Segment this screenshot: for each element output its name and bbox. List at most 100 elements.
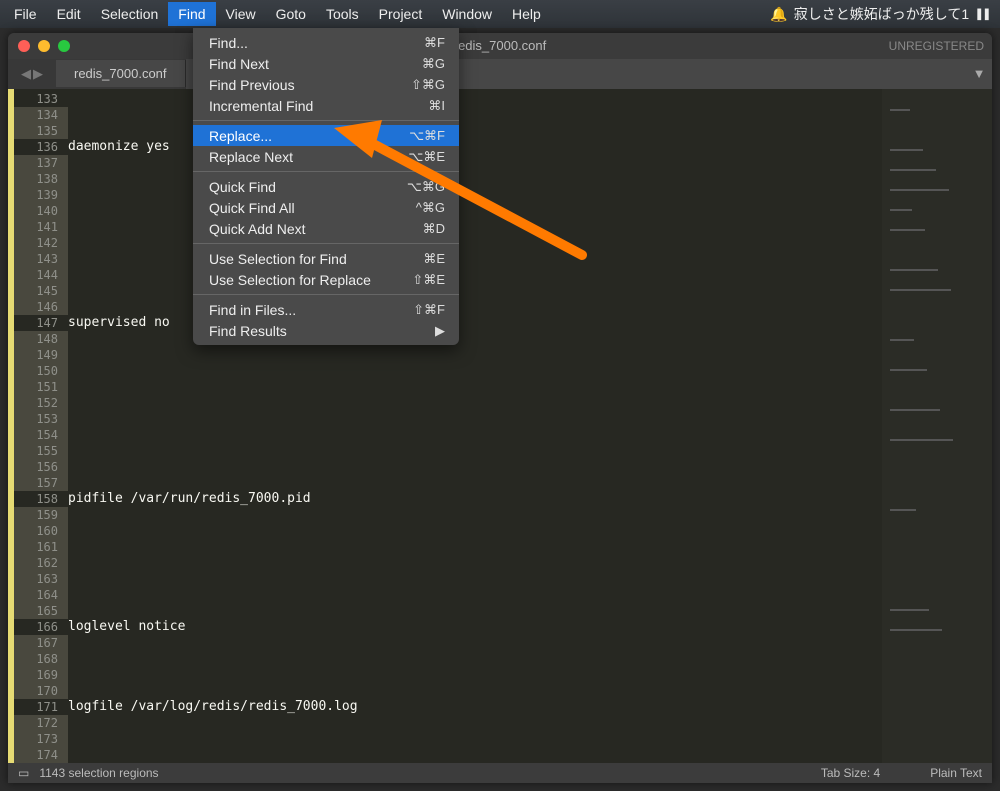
menu-find[interactable]: Find: [168, 2, 215, 26]
menu-tools[interactable]: Tools: [316, 2, 369, 26]
code-line[interactable]: [68, 251, 882, 267]
line-number: 165: [8, 603, 68, 619]
code-line[interactable]: [68, 267, 882, 283]
tab-size-status[interactable]: Tab Size: 4: [821, 766, 880, 780]
back-icon[interactable]: ◀: [21, 66, 31, 82]
menu-item-use-selection-for-find[interactable]: Use Selection for Find⌘E: [193, 248, 459, 269]
titlebar: redis_7000.conf UNREGISTERED: [8, 33, 992, 59]
code-line[interactable]: [68, 587, 882, 603]
menu-item-quick-find[interactable]: Quick Find⌥⌘G: [193, 176, 459, 197]
code-line[interactable]: [68, 635, 882, 651]
code-line[interactable]: supervised no: [68, 315, 882, 331]
menu-item-use-selection-for-replace[interactable]: Use Selection for Replace⇧⌘E: [193, 269, 459, 290]
line-number: 136: [8, 139, 68, 155]
line-number: 150: [8, 363, 68, 379]
code-line[interactable]: loglevel notice: [68, 619, 882, 635]
code-line[interactable]: [68, 171, 882, 187]
line-number: 137: [8, 155, 68, 171]
code-line[interactable]: [68, 747, 882, 763]
code-line[interactable]: [68, 299, 882, 315]
menu-item-quick-add-next[interactable]: Quick Add Next⌘D: [193, 218, 459, 239]
menu-view[interactable]: View: [216, 2, 266, 26]
system-tray: 🔔 寂しさと嫉妬ばっか残して1 ❚❚: [770, 4, 996, 24]
code-line[interactable]: [68, 731, 882, 747]
panel-icon[interactable]: ▭: [18, 766, 29, 780]
code-column[interactable]: daemonize yes supervised no pidfile /var/r…: [68, 89, 882, 763]
pause-icon[interactable]: ❚❚: [975, 6, 990, 22]
code-line[interactable]: [68, 411, 882, 427]
menu-item-find[interactable]: Find...⌘F: [193, 32, 459, 53]
line-number: 157: [8, 475, 68, 491]
code-line[interactable]: [68, 283, 882, 299]
tab-overflow-icon[interactable]: ▼: [966, 59, 992, 89]
menu-item-replace[interactable]: Replace...⌥⌘F: [193, 125, 459, 146]
minimap[interactable]: [882, 89, 992, 763]
minimize-icon[interactable]: [38, 40, 50, 52]
menu-item-incremental-find[interactable]: Incremental Find⌘I: [193, 95, 459, 116]
code-line[interactable]: [68, 539, 882, 555]
menu-file[interactable]: File: [4, 2, 47, 26]
code-line[interactable]: [68, 475, 882, 491]
code-line[interactable]: [68, 91, 882, 107]
code-line[interactable]: [68, 555, 882, 571]
code-line[interactable]: [68, 507, 882, 523]
menu-item-find-next[interactable]: Find Next⌘G: [193, 53, 459, 74]
code-line[interactable]: pidfile /var/run/redis_7000.pid: [68, 491, 882, 507]
nav-arrows[interactable]: ◀ ▶: [8, 66, 56, 82]
menu-item-replace-next[interactable]: Replace Next⌥⌘E: [193, 146, 459, 167]
code-line[interactable]: [68, 219, 882, 235]
code-line[interactable]: [68, 571, 882, 587]
code-line[interactable]: [68, 459, 882, 475]
menu-selection[interactable]: Selection: [91, 2, 169, 26]
line-number: 169: [8, 667, 68, 683]
code-line[interactable]: [68, 187, 882, 203]
code-line[interactable]: [68, 715, 882, 731]
line-number: 141: [8, 219, 68, 235]
code-line[interactable]: [68, 331, 882, 347]
code-line[interactable]: [68, 523, 882, 539]
menu-edit[interactable]: Edit: [47, 2, 91, 26]
menu-item-quick-find-all[interactable]: Quick Find All^⌘G: [193, 197, 459, 218]
maximize-icon[interactable]: [58, 40, 70, 52]
close-icon[interactable]: [18, 40, 30, 52]
code-line[interactable]: [68, 667, 882, 683]
code-line[interactable]: [68, 379, 882, 395]
code-line[interactable]: [68, 123, 882, 139]
editor-window: redis_7000.conf UNREGISTERED ◀ ▶ redis_7…: [8, 33, 992, 783]
code-line[interactable]: [68, 107, 882, 123]
code-line[interactable]: [68, 603, 882, 619]
code-line[interactable]: [68, 347, 882, 363]
menu-help[interactable]: Help: [502, 2, 551, 26]
code-line[interactable]: [68, 203, 882, 219]
code-line[interactable]: [68, 651, 882, 667]
menu-item-find-previous[interactable]: Find Previous⇧⌘G: [193, 74, 459, 95]
code-line[interactable]: [68, 683, 882, 699]
menu-project[interactable]: Project: [369, 2, 433, 26]
code-line[interactable]: [68, 443, 882, 459]
line-number: 171: [8, 699, 68, 715]
line-number: 140: [8, 203, 68, 219]
code-line[interactable]: [68, 235, 882, 251]
line-number: 146: [8, 299, 68, 315]
code-line[interactable]: [68, 155, 882, 171]
line-number: 155: [8, 443, 68, 459]
code-line[interactable]: logfile /var/log/redis/redis_7000.log: [68, 699, 882, 715]
menu-item-find-results[interactable]: Find Results▶: [193, 320, 459, 341]
forward-icon[interactable]: ▶: [33, 66, 43, 82]
code-line[interactable]: [68, 363, 882, 379]
code-line[interactable]: [68, 395, 882, 411]
line-number: 158: [8, 491, 68, 507]
line-number: 159: [8, 507, 68, 523]
syntax-status[interactable]: Plain Text: [930, 766, 982, 780]
code-line[interactable]: [68, 427, 882, 443]
line-number: 163: [8, 571, 68, 587]
line-number: 143: [8, 251, 68, 267]
editor-area[interactable]: 1331341351361371381391401411421431441451…: [8, 89, 992, 763]
code-line[interactable]: daemonize yes: [68, 139, 882, 155]
menu-window[interactable]: Window: [432, 2, 502, 26]
line-number: 149: [8, 347, 68, 363]
unregistered-label: UNREGISTERED: [889, 39, 984, 53]
menu-goto[interactable]: Goto: [266, 2, 316, 26]
file-tab[interactable]: redis_7000.conf: [56, 60, 186, 87]
menu-item-find-in-files[interactable]: Find in Files...⇧⌘F: [193, 299, 459, 320]
